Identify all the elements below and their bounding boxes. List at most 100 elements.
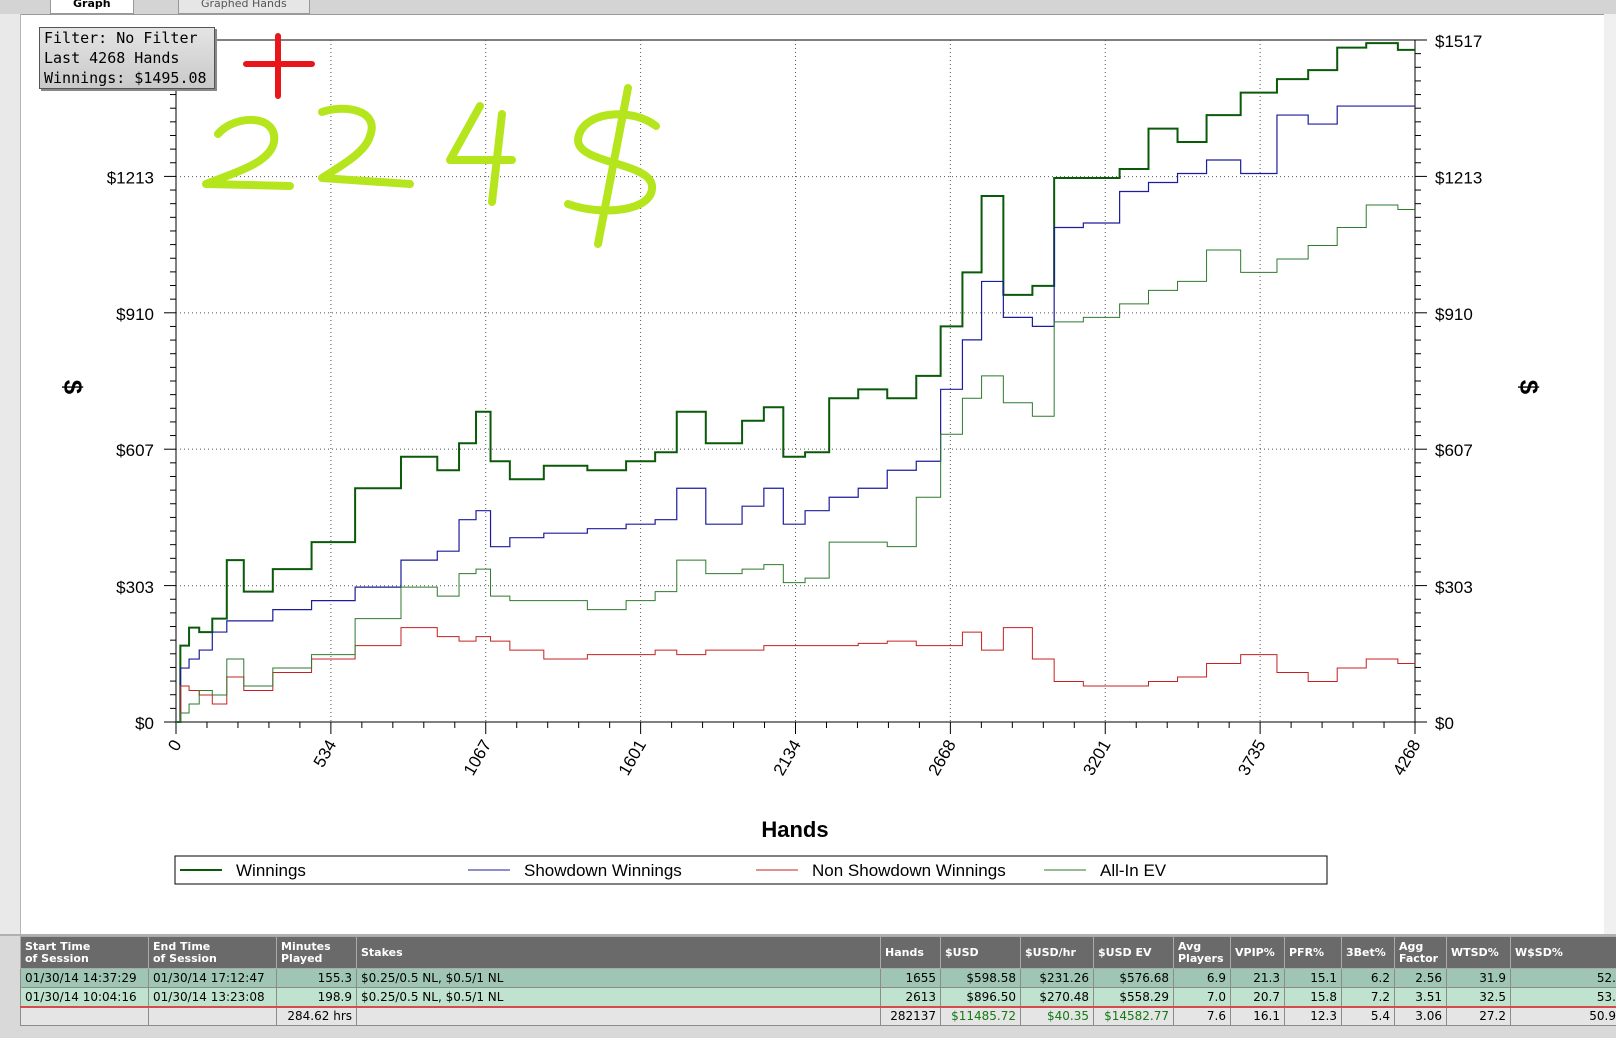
tab-graphed-hands-label: Graphed Hands — [201, 0, 287, 10]
table-cell: 21.3 — [1231, 969, 1285, 988]
x-tick-label: 4268 — [1389, 737, 1424, 779]
totals-cell: 27.2 — [1447, 1007, 1511, 1026]
tab-graphed-hands[interactable]: Graphed Hands — [178, 0, 310, 14]
filter-info-box: Filter: No Filter Last 4268 Hands Winnin… — [39, 27, 215, 89]
column-header-line2: of Session — [153, 953, 272, 965]
table-cell: 20.7 — [1231, 988, 1285, 1007]
table-cell: $0.25/0.5 NL, $0.5/1 NL — [357, 969, 881, 988]
table-cell: 01/30/14 14:37:29 — [21, 969, 149, 988]
y-tick-label-right: $910 — [1435, 305, 1473, 324]
tab-bar: Graph Graphed Hands — [0, 0, 1616, 15]
table-cell: 01/30/14 17:12:47 — [149, 969, 277, 988]
column-header[interactable]: PFR% — [1285, 937, 1342, 969]
column-header[interactable]: VPIP% — [1231, 937, 1285, 969]
column-header-line2: Players — [1178, 953, 1226, 965]
column-header[interactable]: $USD — [941, 937, 1021, 969]
column-header-line1: End Time — [153, 941, 272, 953]
column-header-line1: 3Bet% — [1346, 947, 1390, 959]
totals-cell: $40.35 — [1021, 1007, 1094, 1026]
table-row[interactable]: 01/30/14 10:04:1601/30/14 13:23:08198.9$… — [21, 988, 1616, 1007]
sessions-grid: Start Timeof SessionEnd Timeof SessionMi… — [0, 934, 1616, 1038]
totals-cell: 7.6 — [1174, 1007, 1231, 1026]
legend-label-winnings: Winnings — [236, 861, 306, 880]
y-axis-label-left: $ — [58, 380, 88, 395]
totals-cell: $14582.77 — [1094, 1007, 1174, 1026]
column-header-line1: PFR% — [1289, 947, 1337, 959]
column-header-line1: Start Time — [25, 941, 144, 953]
y-tick-label-right: $1517 — [1435, 32, 1482, 51]
y-tick-label-right: $1213 — [1435, 169, 1482, 188]
column-header[interactable]: 3Bet% — [1342, 937, 1395, 969]
table-cell: 198.9 — [277, 988, 357, 1007]
table-cell: 2.56 — [1395, 969, 1447, 988]
column-header[interactable]: WTSD% — [1447, 937, 1511, 969]
table-cell: 7.0 — [1174, 988, 1231, 1007]
column-header[interactable]: End Timeof Session — [149, 937, 277, 969]
totals-row: 284.62 hrs282137$11485.72$40.35$14582.77… — [21, 1007, 1616, 1026]
column-header-line1: Agg — [1399, 941, 1442, 953]
table-cell: 52. — [1511, 969, 1616, 988]
table-cell: 31.9 — [1447, 969, 1511, 988]
x-axis-label: Hands — [761, 817, 828, 842]
x-tick-label: 1601 — [615, 737, 650, 779]
table-cell: 01/30/14 13:23:08 — [149, 988, 277, 1007]
sessions-table: Start Timeof SessionEnd Timeof SessionMi… — [20, 936, 1616, 1026]
table-cell: 32.5 — [1447, 988, 1511, 1007]
table-cell: 6.2 — [1342, 969, 1395, 988]
table-cell: 01/30/14 10:04:16 — [21, 988, 149, 1007]
x-tick-label: 3201 — [1079, 737, 1114, 779]
table-cell: $896.50 — [941, 988, 1021, 1007]
column-header[interactable]: MinutesPlayed — [277, 937, 357, 969]
column-header-line1: WTSD% — [1451, 947, 1506, 959]
table-row[interactable]: 01/30/14 14:37:2901/30/14 17:12:47155.3$… — [21, 969, 1616, 988]
x-tick-label: 534 — [310, 737, 341, 771]
totals-cell: 12.3 — [1285, 1007, 1342, 1026]
tab-graph-label: Graph — [73, 0, 111, 10]
tab-graph[interactable]: Graph — [50, 0, 134, 14]
y-tick-label-left: $910 — [116, 305, 154, 324]
column-header[interactable]: W$SD% — [1511, 937, 1616, 969]
column-header-line1: Hands — [885, 947, 936, 959]
totals-cell — [149, 1007, 277, 1026]
x-tick-label: 2668 — [924, 737, 959, 779]
column-header-line1: W$SD% — [1515, 947, 1616, 959]
left-panel-edge — [0, 14, 21, 934]
column-header-line1: $USD — [945, 947, 1016, 959]
totals-cell: 50.9 — [1511, 1007, 1616, 1026]
totals-cell: 3.06 — [1395, 1007, 1447, 1026]
table-cell: $0.25/0.5 NL, $0.5/1 NL — [357, 988, 881, 1007]
y-tick-label-right: $303 — [1435, 578, 1473, 597]
table-cell: $231.26 — [1021, 969, 1094, 988]
table-header-row: Start Timeof SessionEnd Timeof SessionMi… — [21, 937, 1616, 969]
column-header-line1: $USD EV — [1098, 947, 1169, 959]
column-header[interactable]: Stakes — [357, 937, 881, 969]
column-header-line2: of Session — [25, 953, 144, 965]
column-header-line1: VPIP% — [1235, 947, 1280, 959]
filter-text: Filter: No Filter — [44, 28, 210, 48]
totals-cell: 16.1 — [1231, 1007, 1285, 1026]
totals-cell: 5.4 — [1342, 1007, 1395, 1026]
table-cell: 6.9 — [1174, 969, 1231, 988]
column-header[interactable]: AvgPlayers — [1174, 937, 1231, 969]
table-cell: $270.48 — [1021, 988, 1094, 1007]
legend-label-showdown: Showdown Winnings — [524, 861, 682, 880]
column-header[interactable]: Start Timeof Session — [21, 937, 149, 969]
table-cell: 15.1 — [1285, 969, 1342, 988]
column-header[interactable]: Hands — [881, 937, 941, 969]
totals-cell: 284.62 hrs — [277, 1007, 357, 1026]
column-header[interactable]: $USD EV — [1094, 937, 1174, 969]
table-cell: 7.2 — [1342, 988, 1395, 1007]
legend-label-non-showdown: Non Showdown Winnings — [812, 861, 1006, 880]
y-tick-label-left: $607 — [116, 441, 154, 460]
column-header-line2: Factor — [1399, 953, 1442, 965]
table-cell: 2613 — [881, 988, 941, 1007]
table-cell: 3.51 — [1395, 988, 1447, 1007]
column-header[interactable]: AggFactor — [1395, 937, 1447, 969]
table-cell: $576.68 — [1094, 969, 1174, 988]
y-tick-label-right: $0 — [1435, 714, 1454, 733]
column-header[interactable]: $USD/hr — [1021, 937, 1094, 969]
table-cell: $598.58 — [941, 969, 1021, 988]
table-cell: 1655 — [881, 969, 941, 988]
x-tick-label: 0 — [164, 737, 185, 755]
totals-cell: $11485.72 — [941, 1007, 1021, 1026]
